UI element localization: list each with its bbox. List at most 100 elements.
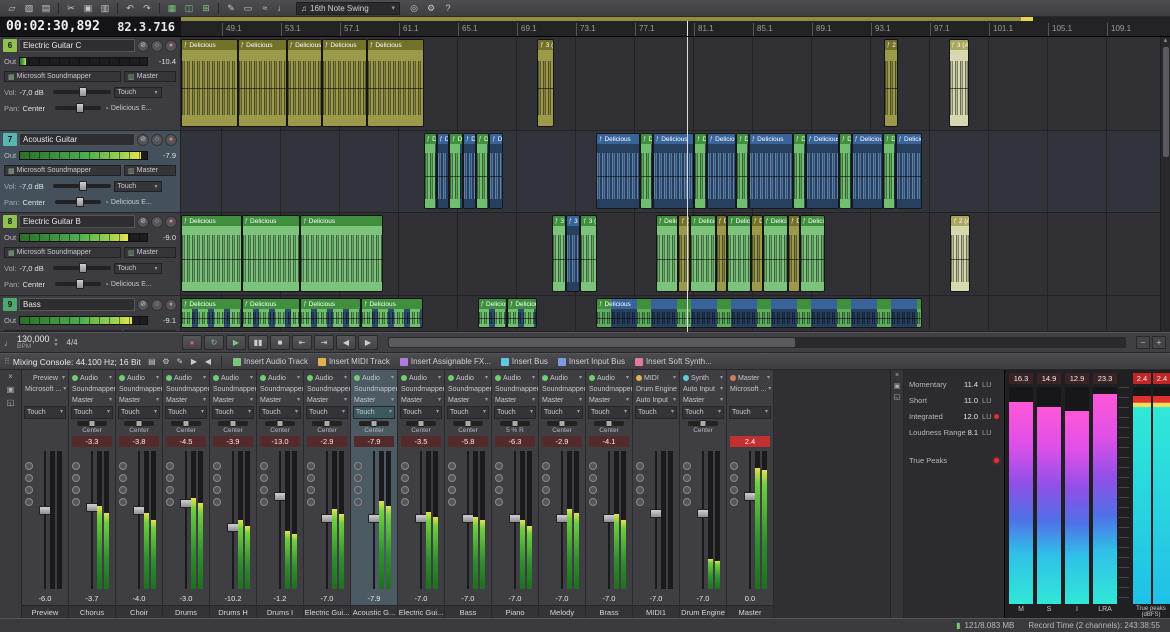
mixer-view-icon[interactable]: ▤ [145, 355, 159, 368]
timeline-lanes[interactable]: ƒDelicious ƒDelicious ƒDelicious [181, 37, 1160, 332]
settings-icon[interactable]: ⚙ [423, 1, 439, 15]
output-bus-selector[interactable]: Master ▾ [257, 395, 303, 406]
save-project-icon[interactable]: ▤ [38, 1, 54, 15]
device-selector[interactable]: Soundmapper ▾ [210, 384, 256, 395]
loop-region-bar[interactable] [181, 17, 1021, 21]
timecode-display[interactable]: 00:02:30,892 [6, 19, 100, 34]
pause-button[interactable]: ▮▮ [248, 335, 268, 350]
fx-slot-button[interactable] [401, 462, 409, 470]
close-icon[interactable]: × [8, 372, 13, 381]
volume-readout[interactable]: -7.9 [351, 593, 397, 605]
audio-clip[interactable]: ƒDelicious [449, 133, 463, 209]
stepper-down-icon[interactable]: ▼ [54, 343, 59, 348]
audio-clip[interactable]: ƒDelicious [763, 215, 788, 292]
device-selector[interactable]: Soundmapper ▾ [492, 384, 538, 395]
fx-slot-button[interactable] [542, 462, 550, 470]
fx-slot-button[interactable] [307, 462, 315, 470]
fx-slot-button[interactable] [401, 486, 409, 494]
channel-drums[interactable]: Audio ▾ Soundmapper ▾ Master ▾ Touch [163, 370, 210, 618]
arm-record-button[interactable]: ● [165, 134, 177, 146]
track-header-electric-guitar-c[interactable]: 6 Electric Guitar C ⊘ ○ ● Out -10.4 ▦ [0, 37, 180, 131]
pan-value[interactable]: Center [22, 104, 52, 113]
solo-button[interactable]: ○ [151, 299, 163, 311]
volume-value[interactable]: -7,0 dB [20, 182, 50, 191]
channel-acoustic-guitar[interactable]: Audio ▾ Soundmapper ▾ Master ▾ Touch [351, 370, 398, 618]
channel-name[interactable]: Electric Gui... [398, 605, 444, 618]
audio-clip[interactable]: ƒDelicious [463, 133, 476, 209]
toolbar-separator[interactable] [159, 3, 160, 14]
audio-clip[interactable]: ƒDelicious [839, 133, 852, 209]
audio-clip[interactable]: ƒDelicious [793, 133, 806, 209]
automation-mode-selector[interactable]: Touch ▾ [165, 406, 207, 419]
fx-slot-button[interactable] [354, 474, 362, 482]
automation-mode-selector[interactable]: Touch ▾ [400, 406, 442, 419]
output-bus-selector[interactable]: ▾ [22, 395, 68, 406]
zoom-in-button[interactable]: + [1152, 336, 1166, 349]
channel-type-selector[interactable]: Audio ▾ [257, 372, 303, 384]
audio-clip[interactable]: ƒDelicious [238, 39, 287, 127]
channel-type-selector[interactable]: Audio ▾ [116, 372, 162, 384]
fx-slot-button[interactable] [72, 474, 80, 482]
output-bus-selector[interactable]: Master ▾ [304, 395, 350, 406]
automation-mode-selector[interactable]: Touch ▾ [114, 87, 162, 98]
device-selector[interactable]: Microsoft ... ▾ [22, 384, 68, 395]
insert-button[interactable]: Insert Soft Synth... [630, 355, 717, 368]
fx-slot-button[interactable] [448, 474, 456, 482]
fx-slot-button[interactable] [307, 486, 315, 494]
channel-type-selector[interactable]: Synth ▾ [680, 372, 726, 384]
audio-clip[interactable]: ƒ3 (A [552, 215, 566, 292]
bus-selector[interactable]: ▥ Master [124, 71, 176, 82]
volume-readout[interactable]: -1.2 [257, 593, 303, 605]
fx-slot-button[interactable] [636, 474, 644, 482]
channel-name[interactable]: Piano [492, 605, 538, 618]
device-selector[interactable]: Microsoft ... ▾ [727, 384, 773, 395]
track-header-electric-guitar-b[interactable]: 8 Electric Guitar B ⊘ ○ ● Out -9.0 ▦ [0, 213, 180, 296]
undo-icon[interactable]: ↶ [122, 1, 138, 15]
fx-slot-button[interactable] [354, 486, 362, 494]
output-device-selector[interactable]: ▦ Microsoft Soundmapper [4, 247, 121, 258]
zoom-tool-icon[interactable]: ◎ [406, 1, 422, 15]
output-bus-selector[interactable]: Master ▾ [210, 395, 256, 406]
audio-clip[interactable]: ƒDelicious [690, 215, 715, 292]
fx-slot-button[interactable] [166, 498, 174, 506]
output-bus-selector[interactable]: Master ▾ [351, 395, 397, 406]
output-bus-selector[interactable]: Auto Input ▾ [633, 395, 679, 406]
output-bus-selector[interactable]: Master ▾ [586, 395, 632, 406]
output-bus-selector[interactable]: Master ▾ [163, 395, 209, 406]
volume-readout[interactable]: -7.0 [445, 593, 491, 605]
volume-readout[interactable]: -10.2 [210, 593, 256, 605]
device-selector[interactable]: Soundmapper ▾ [586, 384, 632, 395]
insert-button[interactable]: Insert Audio Track [228, 355, 313, 368]
volume-readout[interactable]: -4.0 [116, 593, 162, 605]
new-project-icon[interactable]: ▱ [4, 1, 20, 15]
insert-button[interactable]: Insert Assignable FX... [395, 355, 496, 368]
fx-slot-button[interactable] [495, 462, 503, 470]
channel-type-selector[interactable]: Audio ▾ [586, 372, 632, 384]
fx-slot-button[interactable] [354, 462, 362, 470]
fx-slot-button[interactable] [260, 462, 268, 470]
swing-selector[interactable]: ♫ 16th Note Swing ▾ [296, 2, 400, 15]
step-backward-button[interactable]: ◀ [336, 335, 356, 350]
toolbar-separator[interactable] [218, 3, 219, 14]
drag-grip-icon[interactable]: ⠿ [4, 357, 9, 366]
audio-clip[interactable]: ƒDelicious [489, 133, 503, 209]
audio-clip[interactable]: ƒDelicious [367, 39, 424, 127]
automation-mode-selector[interactable]: Touch ▾ [588, 406, 630, 419]
mixer-play-icon[interactable]: ▶ [187, 355, 201, 368]
insert-button[interactable]: Insert Bus [496, 355, 553, 368]
insert-button[interactable]: Insert Input Bus [553, 355, 630, 368]
device-selector[interactable]: Auto Input ▾ [680, 384, 726, 395]
help-icon[interactable]: ? [440, 1, 456, 15]
automation-mode-selector[interactable]: Touch ▾ [114, 181, 162, 192]
bus-selector[interactable]: ▥ Master [124, 247, 176, 258]
channel-name[interactable]: Drums I [257, 605, 303, 618]
audio-clip[interactable]: ƒDelicious [656, 215, 679, 292]
fx-slot-button[interactable] [683, 486, 691, 494]
close-icon[interactable]: × [895, 372, 899, 379]
channel-name[interactable]: Choir [116, 605, 162, 618]
pan-slider[interactable] [453, 421, 483, 426]
mute-button[interactable]: ⊘ [137, 134, 149, 146]
fx-slot-button[interactable] [401, 474, 409, 482]
mute-button[interactable]: ⊘ [137, 40, 149, 52]
fx-slot-button[interactable] [495, 474, 503, 482]
